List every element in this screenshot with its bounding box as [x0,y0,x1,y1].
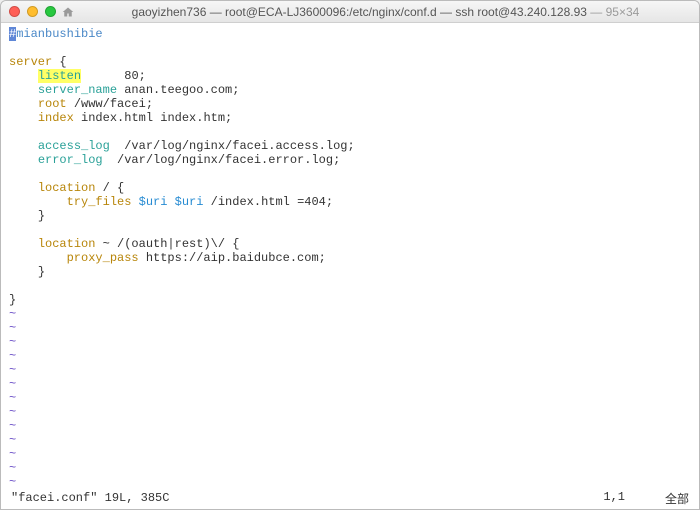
location2-arg: ~ /(oauth|rest)\/ { [95,237,239,251]
location1-arg: / { [95,181,124,195]
vim-tilde: ~ [9,419,16,433]
vim-tilde: ~ [9,475,16,487]
home-icon [62,6,74,18]
root-value: /www/facei; [67,97,153,111]
indent [9,251,67,265]
indent [9,69,38,83]
status-file: "facei.conf" 19L, 385C [11,491,169,505]
comment-text: mianbushibie [16,27,102,41]
indent [9,97,38,111]
kw-access-log: access_log [38,139,110,153]
indent [9,265,38,279]
vim-tilde: ~ [9,433,16,447]
indent [9,209,38,223]
kw-index: index [38,111,74,125]
server-name-value: anan.teegoo.com; [117,83,239,97]
kw-listen: listen [38,69,81,83]
status-mode: 全部 [665,490,689,507]
kw-server: server [9,55,52,69]
zoom-icon[interactable] [45,6,56,17]
vim-tilde: ~ [9,391,16,405]
status-cursor-pos: 1,1 [603,490,625,507]
vim-tilde: ~ [9,321,16,335]
listen-value: 80; [81,69,146,83]
indent [9,181,38,195]
brace-open: { [52,55,66,69]
terminal-window: gaoyizhen736 — root@ECA-LJ3600096:/etc/n… [0,0,700,510]
indent [9,111,38,125]
traffic-lights [9,6,56,17]
proxy-pass-value: https://aip.baidubce.com; [139,251,326,265]
vim-tilde: ~ [9,461,16,475]
kw-try-files: try_files [67,195,132,209]
vim-editor[interactable]: #mianbushibie server { listen 80; server… [1,23,699,487]
window-title: gaoyizhen736 — root@ECA-LJ3600096:/etc/n… [80,5,691,19]
vim-tilde: ~ [9,363,16,377]
indent [9,237,38,251]
vim-tilde: ~ [9,405,16,419]
brace-close: } [38,265,45,279]
vim-tilde: ~ [9,335,16,349]
kw-location: location [38,181,96,195]
kw-root: root [38,97,67,111]
indent [9,83,38,97]
vim-tilde: ~ [9,307,16,321]
vim-statusbar: "facei.conf" 19L, 385C 1,1 全部 [1,487,699,509]
kw-server-name: server_name [38,83,117,97]
vim-tilde: ~ [9,349,16,363]
var-uri: $uri [139,195,168,209]
access-log-value: /var/log/nginx/facei.access.log; [110,139,355,153]
indent [9,153,38,167]
kw-proxy-pass: proxy_pass [67,251,139,265]
kw-location: location [38,237,96,251]
window-titlebar[interactable]: gaoyizhen736 — root@ECA-LJ3600096:/etc/n… [1,1,699,23]
indent [9,195,67,209]
error-log-value: /var/log/nginx/facei.error.log; [103,153,341,167]
title-dims: — 95×34 [587,5,639,19]
kw-error-log: error_log [38,153,103,167]
vim-tilde: ~ [9,447,16,461]
brace-close: } [38,209,45,223]
try-files-tail: /index.html =404; [203,195,333,209]
index-value: index.html index.htm; [74,111,232,125]
minimize-icon[interactable] [27,6,38,17]
title-main: gaoyizhen736 — root@ECA-LJ3600096:/etc/n… [132,5,587,19]
brace-close: } [9,293,16,307]
var-uri: $uri [175,195,204,209]
close-icon[interactable] [9,6,20,17]
vim-tilde: ~ [9,377,16,391]
indent [9,139,38,153]
